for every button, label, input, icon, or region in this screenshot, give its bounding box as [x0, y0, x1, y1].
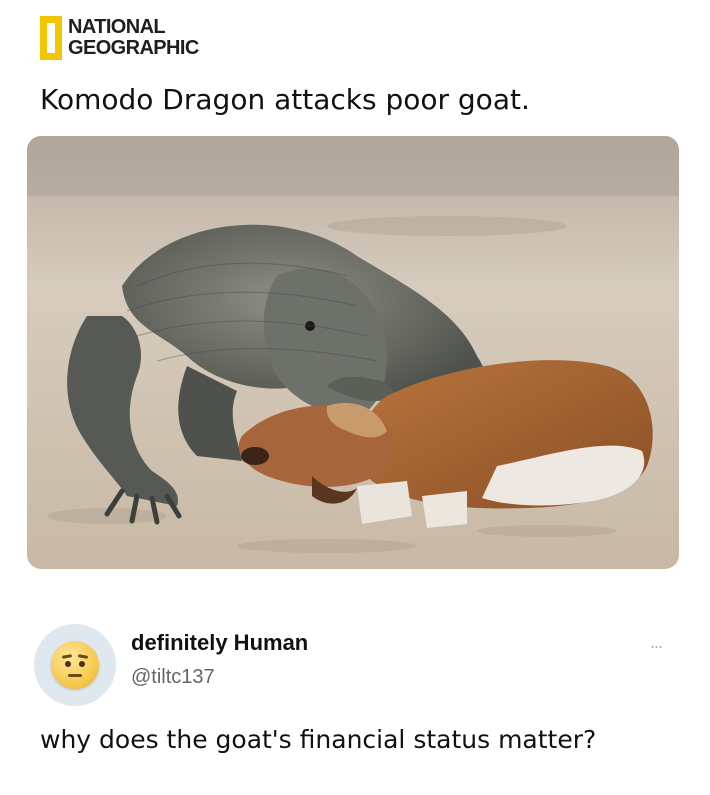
more-options-icon[interactable]: ... — [650, 632, 663, 653]
headline: Komodo Dragon attacks poor goat. — [40, 83, 530, 116]
display-name[interactable]: definitely Human — [131, 630, 308, 656]
brand-line-2: GEOGRAPHIC — [68, 37, 199, 59]
natgeo-frame-icon — [40, 16, 62, 60]
user-handle[interactable]: @tiltc137 — [131, 666, 215, 689]
avatar[interactable] — [34, 624, 116, 706]
brand-line-1: NATIONAL — [68, 16, 166, 38]
post-photo[interactable] — [27, 136, 679, 569]
komodo-goat-image — [27, 136, 679, 569]
natgeo-logo: NATIONAL GEOGRAPHIC — [40, 8, 199, 68]
worried-face-icon — [51, 641, 99, 689]
natgeo-wordmark: NATIONAL GEOGRAPHIC — [68, 17, 199, 59]
post: NATIONAL GEOGRAPHIC Komodo Dragon attack… — [0, 0, 710, 795]
tweet-text: why does the goat's financial status mat… — [40, 725, 597, 754]
